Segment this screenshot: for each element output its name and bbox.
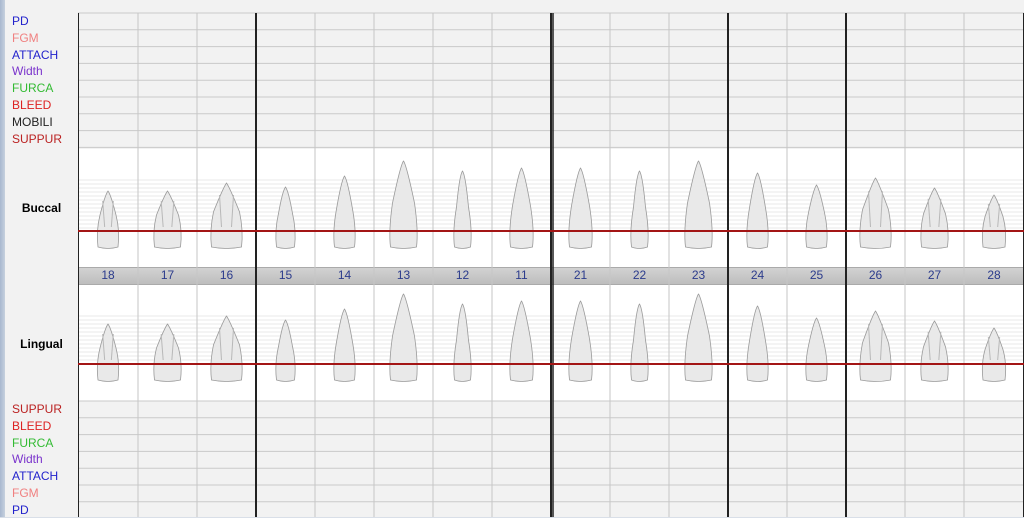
upper-label-furca: FURCA xyxy=(12,81,54,96)
lingual-tooth-25[interactable] xyxy=(805,317,828,382)
lower-label-attach: ATTACH xyxy=(12,469,59,484)
buccal-tooth-14[interactable] xyxy=(333,175,356,249)
lower-label-width: Width xyxy=(12,452,43,467)
chart-grid xyxy=(78,12,1024,517)
lingual-tooth-16[interactable] xyxy=(210,315,243,382)
buccal-tooth-12[interactable] xyxy=(453,170,472,249)
buccal-tooth-27[interactable] xyxy=(920,187,949,249)
lower-label-bleed: BLEED xyxy=(12,418,52,433)
upper-label-fgm: FGM xyxy=(12,30,39,45)
lingual-tooth-21[interactable] xyxy=(568,300,593,382)
buccal-tooth-22[interactable] xyxy=(630,170,649,249)
lower-label-furca: FURCA xyxy=(12,435,54,450)
upper-label-pd: PD xyxy=(12,14,29,28)
upper-label-suppur: SUPPUR xyxy=(12,131,63,146)
lingual-tooth-27[interactable] xyxy=(920,320,949,382)
upper-label-bleed: BLEED xyxy=(12,98,52,112)
lower-label-fgm: FGM xyxy=(12,486,39,500)
upper-label-attach: ATTACH xyxy=(12,47,59,62)
row-labels-panel: PD FGM ATTACH Width FURCA BLEED MOBILI SUPPUR B… xyxy=(5,0,78,517)
lingual-tooth-26[interactable] xyxy=(859,310,892,382)
lingual-tooth-15[interactable] xyxy=(275,319,296,382)
buccal-label: Buccal xyxy=(21,201,62,215)
buccal-tooth-13[interactable] xyxy=(389,160,418,249)
lower-label-suppur: SUPPUR xyxy=(12,402,63,416)
lingual-tooth-11[interactable] xyxy=(509,300,534,382)
buccal-tooth-16[interactable] xyxy=(210,182,243,249)
lower-label-pd: PD xyxy=(12,502,29,517)
buccal-tooth-23[interactable] xyxy=(684,160,713,249)
lingual-label: Lingual xyxy=(20,337,63,351)
buccal-tooth-28[interactable] xyxy=(981,194,1007,249)
lingual-tooth-18[interactable] xyxy=(96,323,120,382)
buccal-tooth-25[interactable] xyxy=(805,184,828,249)
upper-label-mobili: MOBILI xyxy=(12,114,53,129)
perio-chart[interactable]: 18 17 16 15 14 13 12 11 21 22 23 24 25 26 27 28 xyxy=(78,0,1024,517)
upper-label-width: Width xyxy=(12,64,43,79)
lingual-tooth-13[interactable] xyxy=(389,293,418,382)
buccal-tooth-26[interactable] xyxy=(859,177,892,249)
lingual-tooth-23[interactable] xyxy=(684,293,713,382)
lingual-tooth-24[interactable] xyxy=(746,305,769,382)
lingual-tooth-17[interactable] xyxy=(153,323,182,382)
